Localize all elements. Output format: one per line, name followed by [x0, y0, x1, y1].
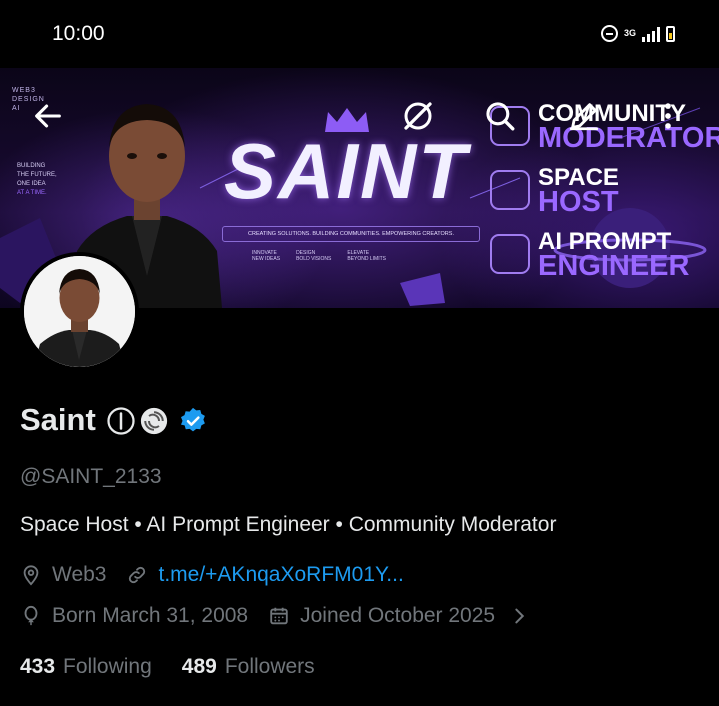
feature-item: INNOVATE NEW IDEAS	[252, 250, 281, 262]
signal-icon	[642, 26, 660, 42]
status-time: 10:00	[52, 22, 105, 45]
verified-badge-icon[interactable]	[178, 406, 208, 436]
following-count: 433	[20, 655, 56, 678]
more-options-button[interactable]	[648, 96, 688, 136]
role-ai-prompt-engineer: AI PROMPT ENGINEER	[490, 230, 689, 281]
location-icon	[20, 564, 42, 586]
banner-tagline: CREATING SOLUTIONS. BUILDING COMMUNITIES…	[222, 226, 480, 242]
chevron-right-icon[interactable]	[511, 605, 529, 627]
edit-icon	[569, 103, 599, 131]
search-icon	[486, 102, 515, 131]
galaxy-emoji-icon	[140, 407, 168, 435]
edit-button[interactable]	[564, 96, 604, 136]
banner-features: INNOVATE NEW IDEAS DESIGN BOLD VISIONS ELE…	[252, 250, 386, 262]
role-space-host: SPACE HOST	[490, 166, 619, 217]
birthday-joined-row: Born March 31, 2008 Joined October 2025	[20, 604, 539, 628]
feature-item: ELEVATE BEYOND LIMITS	[347, 250, 386, 262]
followers-count: 489	[181, 655, 217, 678]
birthday-text: Born March 31, 2008	[52, 604, 249, 627]
avatar-image	[24, 256, 135, 367]
banner-title: SAINT	[224, 127, 468, 215]
search-button[interactable]	[480, 96, 520, 136]
birthday-balloon-icon	[20, 605, 42, 627]
followers-label: Followers	[224, 655, 315, 678]
link-icon	[126, 564, 148, 586]
banner-tagline-left: BUILDING THE FUTURE, ONE IDEA AT A TIME.	[17, 163, 57, 196]
followers-link[interactable]: 489 Followers	[182, 655, 315, 679]
do-not-disturb-icon	[600, 25, 618, 42]
location-text: Web3	[52, 563, 107, 586]
profile-avatar[interactable]	[20, 252, 139, 371]
following-link[interactable]: 433 Following	[20, 655, 152, 679]
power-emoji-icon	[107, 407, 135, 435]
back-arrow-icon	[35, 104, 61, 128]
status-bar: 10:00 3G	[0, 0, 719, 68]
profile-link[interactable]: t.me/+AKnqaXoRFM01Y...	[158, 563, 403, 587]
calendar-icon	[268, 605, 290, 627]
status-icons: 3G	[600, 25, 675, 42]
name-badges	[106, 406, 208, 436]
grok-button[interactable]	[398, 96, 438, 136]
location-link-row: Web3 t.me/+AKnqaXoRFM01Y...	[20, 563, 404, 587]
brain-icon	[490, 234, 530, 274]
planet-icon	[490, 170, 530, 210]
profile-bio: Space Host • AI Prompt Engineer • Commun…	[20, 513, 557, 536]
grok-icon	[404, 102, 432, 130]
follow-counts: 433 Following 489 Followers	[20, 655, 315, 679]
battery-icon	[666, 25, 675, 42]
back-button[interactable]	[28, 96, 68, 136]
display-name: Saint	[20, 402, 96, 437]
user-handle: @SAINT_2133	[20, 465, 162, 488]
more-vertical-icon	[665, 103, 671, 129]
joined-text: Joined October 2025	[300, 604, 496, 627]
following-label: Following	[63, 655, 152, 678]
feature-item: DESIGN BOLD VISIONS	[296, 250, 332, 262]
network-type: 3G	[623, 28, 636, 38]
